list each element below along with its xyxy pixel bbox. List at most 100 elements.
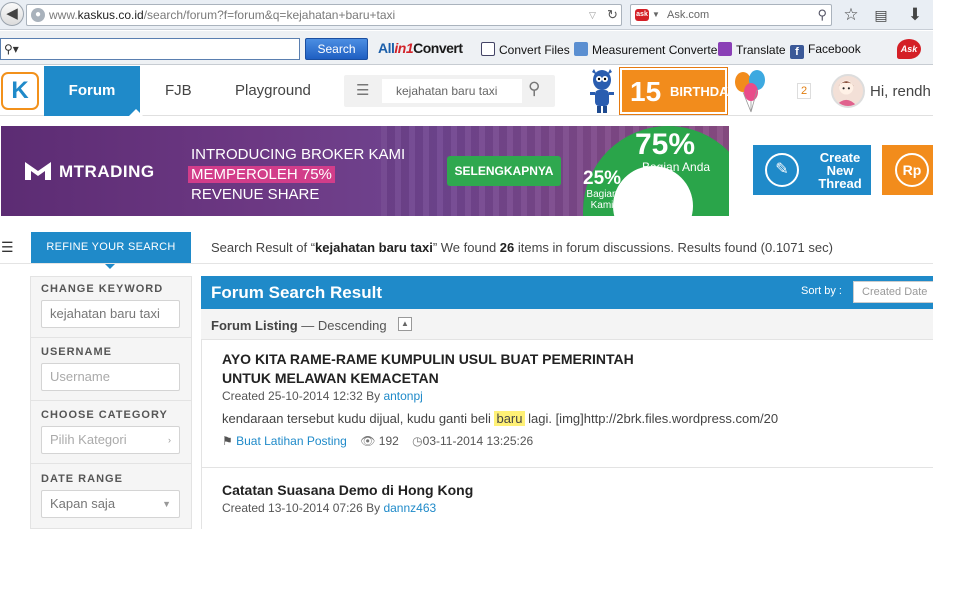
result-title[interactable]: Catatan Suasana Demo di Hong Kong [222,481,473,500]
toolbar-search-button[interactable]: Search [305,38,368,60]
browser-search-bar[interactable]: ask ▼ Ask.com ⚲ [630,4,832,26]
search-engine-dropdown-icon[interactable]: ▼ [652,5,660,25]
header-search-input[interactable]: kejahatan baru taxi [382,79,522,103]
download-icon[interactable]: ⬇ [904,4,926,26]
sort-label: Sort by : [801,285,842,297]
url-bar[interactable]: ● www.kaskus.co.id/search/forum?f=forum&… [26,4,622,26]
chevron-right-icon: › [168,435,171,445]
browser-viewport: ◀ ● www.kaskus.co.id/search/forum?f=foru… [0,0,933,529]
banner-small-percent: 25% [583,168,622,189]
translate-icon [718,42,732,56]
divider [0,263,933,264]
result-author-link[interactable]: antonpj [383,389,422,403]
mtrading-banner[interactable]: MTRADING INTRODUCING BROKER KAMI MEMPERO… [1,126,729,216]
toolbar-search-input[interactable]: ⚲▾ [0,38,300,60]
create-new-thread-button[interactable]: ✎ Create New Thread [753,145,871,195]
bookmark-star-icon[interactable]: ☆ [840,4,862,26]
category-select[interactable]: Pilih Kategori › [41,426,180,454]
mtrading-m-icon [25,162,51,180]
results-title: Forum Search Result [211,283,382,302]
results-header: Forum Search Result Sort by : Created Da… [201,276,933,309]
list-icon[interactable]: ☰ [356,81,369,99]
back-button[interactable]: ◀ [0,2,24,26]
result-tag-link[interactable]: ⚑ Buat Latihan Posting [222,434,347,448]
notification-count[interactable]: 2 [797,83,811,99]
allin1convert-logo[interactable]: Allin1Convert [378,40,463,56]
search-icon[interactable]: ⚲ [528,79,540,99]
kaskus-mascot-icon[interactable] [588,68,616,114]
bookmarks-list-icon[interactable]: ▤ [870,4,892,26]
result-snippet: kendaraan tersebut kudu dijual, kudu gan… [222,411,779,426]
refine-sidebar: CHANGE KEYWORD kejahatan baru taxi USERN… [30,276,192,529]
sort-select[interactable]: Created Date [853,281,933,303]
header-search: ☰ kejahatan baru taxi ⚲ [344,75,555,107]
balloons-icon [735,70,765,113]
globe-icon: ● [31,8,45,22]
refine-search-tab[interactable]: REFINE YOUR SEARCH [31,232,191,263]
birthday-text: BIRTHDAY [670,84,736,99]
url-text: www.kaskus.co.id/search/forum?f=forum&q=… [49,8,396,22]
result-meta: Created 13-10-2014 07:26 By dannz463 [222,501,437,515]
search-icon[interactable]: ⚲ [817,5,827,25]
listing-text: Forum Listing — Descending [211,318,387,333]
date-range-select[interactable]: Kapan saja ▼ [41,490,180,518]
create-thread-label: Create New Thread [818,150,862,191]
result-date: 03-11-2014 13:25:26 [422,434,534,448]
banner-small-caption: Bagian Kami [586,189,618,211]
ask-logo[interactable]: Ask [897,39,921,59]
facebook-icon: f [790,45,804,59]
date-range-label: DATE RANGE [41,473,123,485]
result-author-link[interactable]: dannz463 [383,501,436,515]
measurement-converter-link[interactable]: Measurement Converter [574,42,721,57]
avatar[interactable] [831,74,865,108]
ask-engine-icon[interactable]: ask [635,9,649,21]
site-header: K Forum FJB Playground ☰ kejahatan baru … [0,66,933,116]
banner-cta-button[interactable]: SELENGKAPNYA [447,156,561,186]
nav-playground[interactable]: Playground [235,66,311,116]
url-history-dropdown-icon[interactable]: ▽ [589,5,596,25]
result-footer: ⚑ Buat Latihan Posting 👁 192 ◷03-11-2014… [222,434,533,448]
nav-fjb[interactable]: FJB [165,66,192,116]
username-label: USERNAME [41,346,112,358]
rp-icon: Rp [895,153,929,187]
username-section: USERNAME Username [31,340,191,401]
chevron-down-icon: ▼ [162,499,171,509]
result-title[interactable]: AYO KITA RAME-RAME KUMPULIN USUL BUAT PE… [222,350,634,388]
collapse-icon[interactable]: ▲ [398,317,412,331]
rp-button[interactable]: Rp [882,145,933,195]
facebook-link[interactable]: f Facebook [790,42,861,59]
file-icon [481,42,495,56]
banner-big-caption: Bagian Anda [642,160,711,174]
search-dropdown-icon[interactable]: ⚲▾ [4,39,19,59]
kaskus-logo[interactable]: K [1,72,39,110]
list-toggle-icon[interactable]: ☰ [1,239,14,256]
keyword-section: CHANGE KEYWORD kejahatan baru taxi [31,277,191,338]
banner-line-3: REVENUE SHARE [191,186,320,203]
banner-line-1: INTRODUCING BROKER KAMI [191,146,406,163]
convert-files-link[interactable]: Convert Files [481,42,570,57]
category-section: CHOOSE CATEGORY Pilih Kategori › [31,403,191,464]
eye-icon: 👁 [360,434,376,448]
date-range-section: DATE RANGE Kapan saja ▼ [31,467,191,529]
mtrading-logo: MTRADING [23,158,155,182]
nav-forum[interactable]: Forum [44,66,143,116]
banner-big-percent: 75% [635,128,696,161]
search-engine-text: Ask.com [667,9,710,21]
user-greeting[interactable]: Hi, rendh [870,83,931,100]
view-count: 192 [378,434,399,448]
active-caret [129,109,143,116]
list-item: Catatan Suasana Demo di Hong Kong Create… [202,468,933,529]
clock-icon: ◷ [412,434,423,448]
keyword-input[interactable]: kejahatan baru taxi [41,300,180,328]
reload-icon[interactable]: ↻ [607,5,618,25]
username-input[interactable]: Username [41,363,180,391]
addon-toolbar: ⚲▾ Search Allin1Convert Convert Files Me… [0,31,933,65]
birthday-badge[interactable]: 15 BIRTHDAY [619,67,736,115]
browser-navbar: ◀ ● www.kaskus.co.id/search/forum?f=foru… [0,0,933,30]
birthday-number: 15 [630,76,662,107]
forum-listing-bar: Forum Listing — Descending ▲ [201,309,933,340]
banner-line-2: MEMPEROLEH 75% [188,166,335,183]
translate-link[interactable]: Translate [718,42,786,57]
list-item: AYO KITA RAME-RAME KUMPULIN USUL BUAT PE… [202,340,933,468]
ruler-icon [574,42,588,56]
